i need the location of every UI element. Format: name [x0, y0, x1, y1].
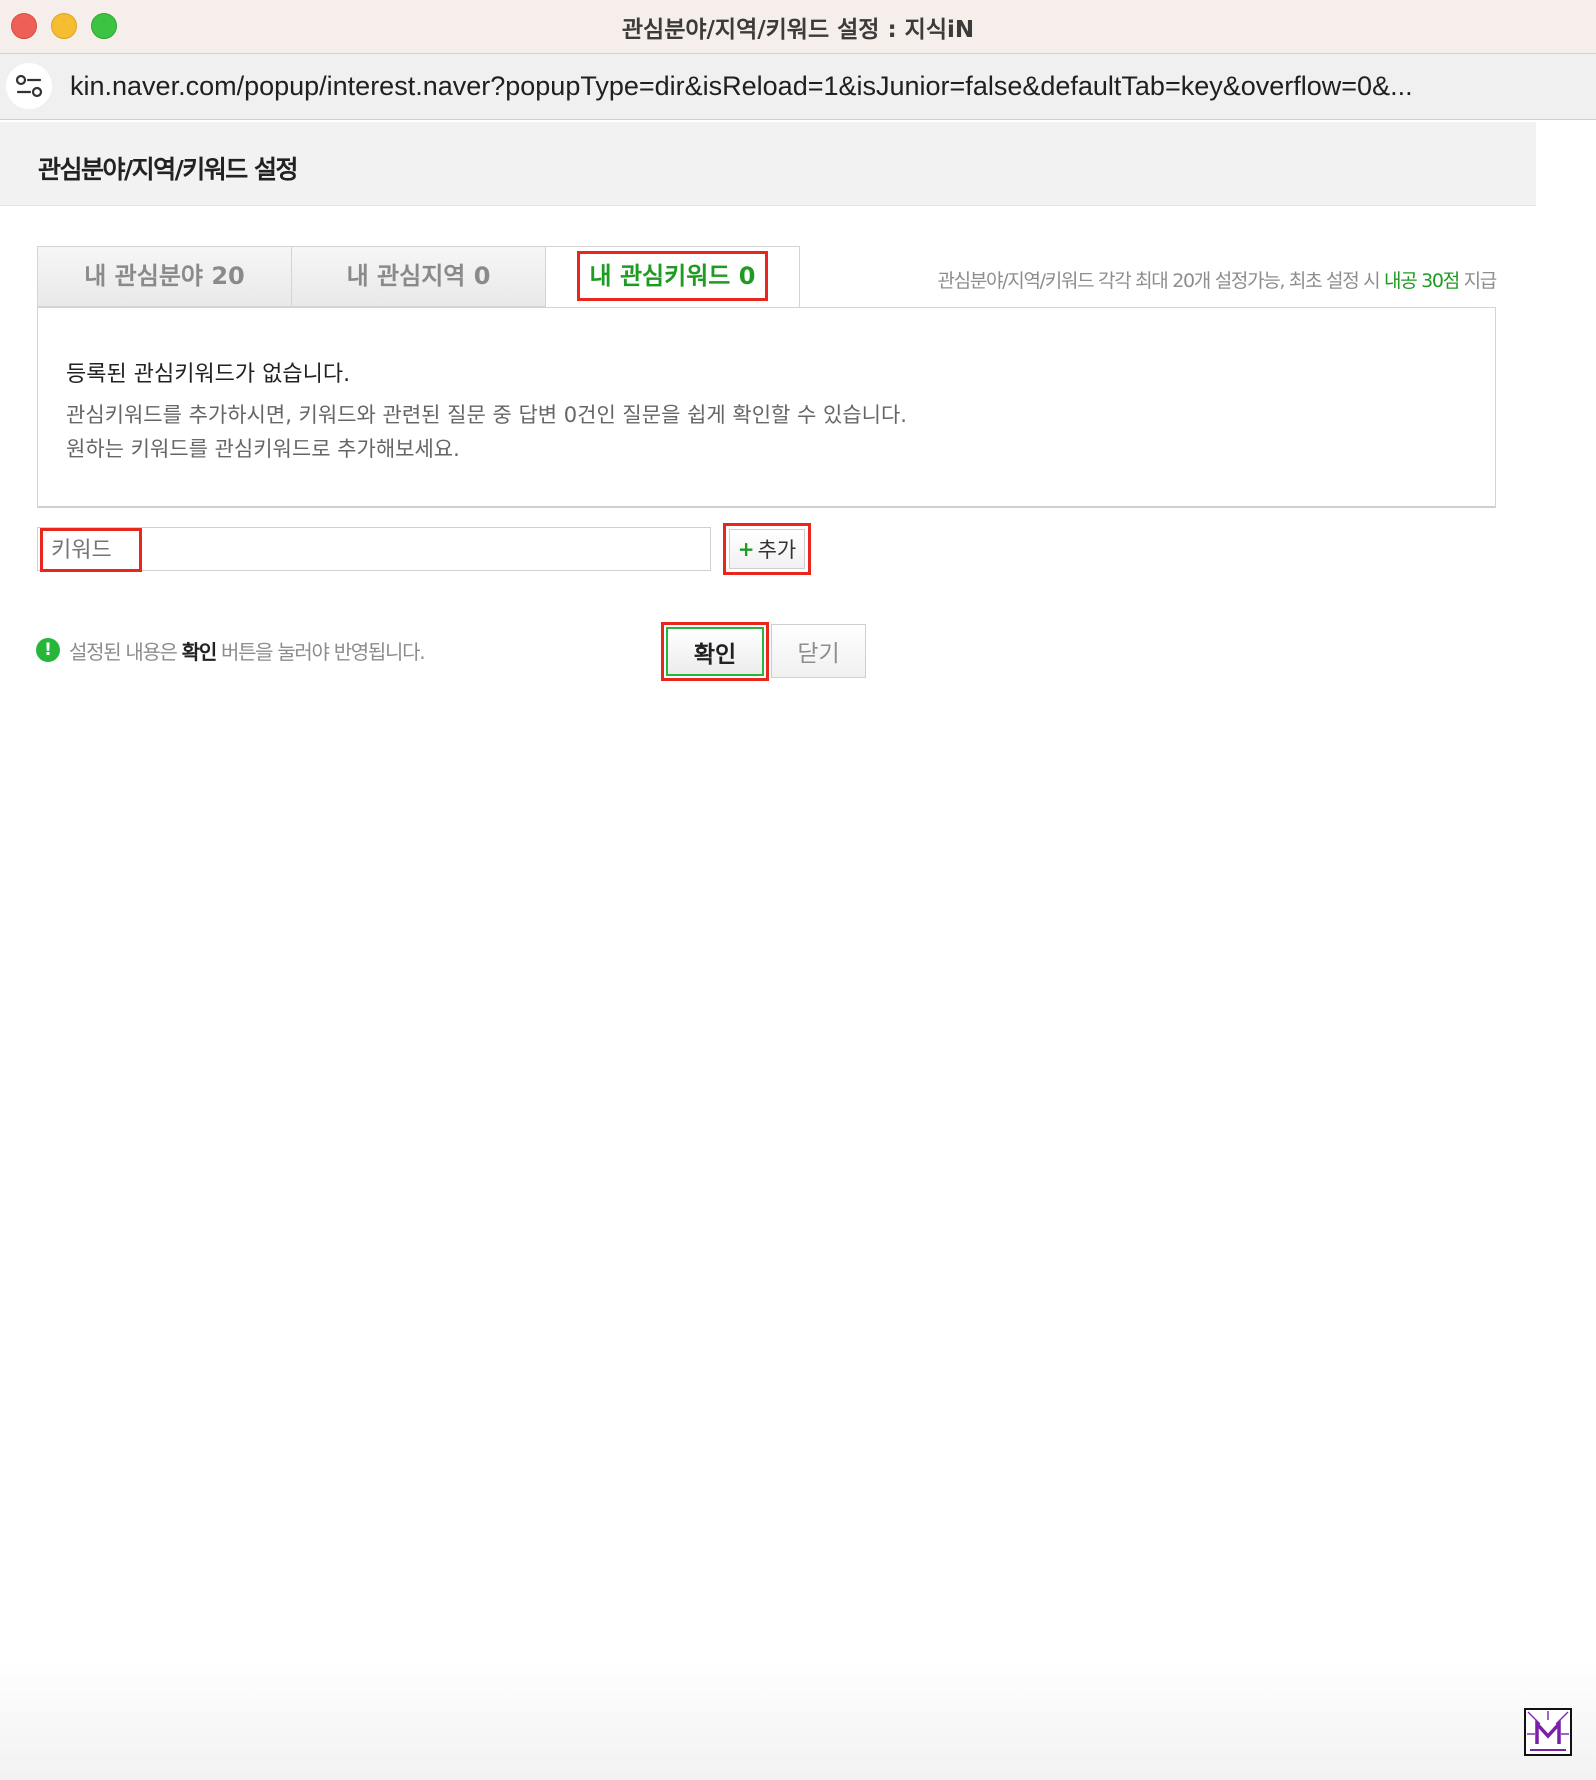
add-keyword-button-face: + 추가 [729, 529, 805, 569]
plus-icon: + [737, 537, 755, 561]
tab-interest-keywords[interactable]: 내 관심키워드 0 [545, 246, 800, 308]
title-bar: 관심분야/지역/키워드 설정 : 지식iN [0, 0, 1596, 54]
url-field[interactable]: kin.naver.com/popup/interest.naver?popup… [70, 71, 1580, 103]
browser-window: 관심분야/지역/키워드 설정 : 지식iN kin.naver.com/popu… [0, 0, 1596, 1780]
tab-note: 관심분야/지역/키워드 각각 최대 20개 설정가능, 최초 설정 시 내공 3… [937, 266, 1498, 293]
confirm-button-label: 확인 [666, 627, 764, 676]
tab-interest-regions[interactable]: 내 관심지역 0 [291, 246, 546, 307]
close-button[interactable]: 닫기 [771, 624, 866, 678]
exclamation-icon: ! [36, 638, 60, 662]
empty-description: 관심키워드를 추가하시면, 키워드와 관련된 질문 중 답변 0건인 질문을 쉽… [66, 398, 907, 466]
tab-label: 내 관심키워드 0 [576, 251, 769, 301]
empty-title: 등록된 관심키워드가 없습니다. [66, 362, 351, 387]
notice-text: 설정된 내용은 확인 버튼을 눌러야 반영됩니다. [69, 636, 426, 665]
keyword-panel: 등록된 관심키워드가 없습니다. 관심키워드를 추가하시면, 키워드와 관련된 … [37, 307, 1496, 508]
tab-label: 내 관심지역 0 [346, 262, 491, 290]
notice-bold: 확인 [181, 639, 218, 664]
keyword-input-box[interactable] [37, 527, 711, 572]
empty-desc-line1: 관심키워드를 추가하시면, 키워드와 관련된 질문 중 답변 0건인 질문을 쉽… [66, 403, 907, 427]
site-settings-icon[interactable] [6, 63, 52, 109]
empty-desc-line2: 원하는 키워드를 관심키워드로 추가해보세요. [66, 437, 460, 461]
tab-label: 내 관심분야 20 [84, 262, 245, 290]
add-keyword-button[interactable]: + 추가 [723, 523, 811, 575]
tab-interest-fields[interactable]: 내 관심분야 20 [37, 246, 292, 307]
add-keyword-label: 추가 [757, 538, 797, 562]
tab-note-suffix: 지급 [1458, 270, 1498, 292]
m-logo-icon [1524, 1708, 1572, 1756]
tab-note-highlight: 내공 30점 [1384, 270, 1460, 292]
page-title: 관심분야/지역/키워드 설정 [38, 155, 298, 184]
notice-prefix: 설정된 내용은 [69, 639, 182, 664]
confirm-button[interactable]: 확인 [661, 622, 769, 681]
window-title: 관심분야/지역/키워드 설정 : 지식iN [621, 17, 975, 43]
address-bar: kin.naver.com/popup/interest.naver?popup… [0, 54, 1596, 120]
page-header: 관심분야/지역/키워드 설정 [0, 122, 1536, 206]
tab-note-prefix: 관심분야/지역/키워드 각각 최대 20개 설정가능, 최초 설정 시 [937, 270, 1385, 292]
bottom-fade [0, 1660, 1596, 1780]
keyword-input[interactable] [40, 528, 142, 572]
notice: ! 설정된 내용은 확인 버튼을 눌러야 반영됩니다. [36, 636, 426, 665]
notice-suffix: 버튼을 눌러야 반영됩니다. [215, 639, 426, 664]
